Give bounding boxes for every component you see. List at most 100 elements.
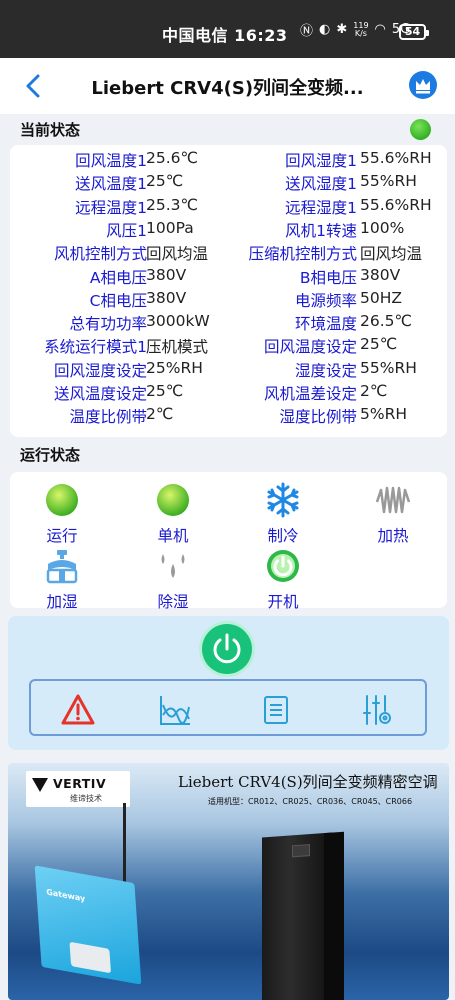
- status-right-value: 5%RH: [360, 405, 408, 424]
- app-header: Liebert CRV4(S)列间全变频...: [0, 58, 455, 114]
- running-status-heading: 运行状态: [20, 446, 81, 464]
- status-icons: Ⓝ ◐ ✱ 119 K/s ◠ 5G: [300, 20, 410, 39]
- green-dot-icon: [46, 484, 78, 516]
- heating-state-item: 加热: [353, 482, 433, 546]
- brand-name: VERTIV: [53, 776, 107, 791]
- status-right-label: 电源频率: [294, 291, 357, 310]
- status-left-value: 3000kW: [146, 312, 210, 331]
- status-left-label: 送风温度设定: [53, 385, 147, 403]
- current-status-card: 回风温度1 25.6℃ 回风湿度1 55.6%RH 送风温度1 25℃ 送风湿度1 55%RH…: [10, 145, 447, 437]
- carrier: 中国电信: [162, 26, 229, 45]
- cabinet-image: [262, 831, 344, 1000]
- antenna-image: [123, 803, 126, 893]
- function-toolbar: [29, 679, 427, 736]
- power-on-icon: [267, 550, 299, 582]
- status-right-value: 回风均温: [360, 245, 423, 264]
- humidify-state-item: 加湿: [22, 548, 102, 612]
- vertiv-mark-icon: [32, 778, 48, 792]
- nfc-icon: Ⓝ: [300, 24, 314, 39]
- system-status-bar: 中国电信 16:23 Ⓝ ◐ ✱ 119 K/s ◠ 5G 54: [0, 0, 455, 58]
- trend-chart-icon[interactable]: [158, 693, 192, 727]
- status-left-value: 2℃: [146, 405, 174, 424]
- status-right-value: 55%RH: [360, 172, 417, 191]
- status-left-value: 压机模式: [146, 338, 209, 357]
- status-left-label: 风机控制方式: [53, 245, 147, 264]
- clock: 16:23: [234, 26, 288, 45]
- gateway-port: [69, 941, 112, 974]
- dnd-icon: ◐: [319, 22, 331, 37]
- running-status-card: 运行 单机 制冷 加热 加湿 除湿 开机: [10, 472, 447, 611]
- log-list-icon[interactable]: [259, 693, 293, 727]
- brand-cn: 维谛技术: [70, 794, 102, 803]
- battery-icon: 54: [399, 24, 429, 40]
- status-left-label: 送风温度1: [75, 175, 147, 194]
- status-right-value: 25℃: [360, 335, 398, 354]
- status-right-label: 回风湿度1: [285, 152, 357, 170]
- humidifier-icon: [46, 550, 78, 584]
- gateway-device-image: Gateway: [34, 865, 142, 985]
- status-left-value: 100Pa: [146, 218, 194, 237]
- heating-state-label: 加热: [377, 527, 409, 545]
- status-left-value: 25℃: [146, 172, 184, 191]
- dehumidify-state-label: 除湿: [157, 593, 189, 611]
- status-left-label: 总有功功率: [69, 315, 147, 334]
- alarm-icon[interactable]: [61, 693, 95, 727]
- run-state-item: 运行: [22, 482, 102, 546]
- current-status-heading: 当前状态: [20, 121, 81, 139]
- status-row: 系统运行模式1 压机模式 回风温度设定 25℃: [10, 335, 447, 358]
- humidify-state-label: 加湿: [46, 593, 78, 611]
- status-left-label: 风压1: [106, 221, 147, 240]
- standalone-state-label: 单机: [157, 527, 189, 545]
- status-left-value: 回风均温: [146, 245, 209, 264]
- product-banner: VERTIV 维谛技术 Liebert CRV4(S)列间全变频精密空调 适用机…: [8, 763, 449, 1000]
- cooling-state-label: 制冷: [267, 527, 299, 545]
- power-on-state-item: 开机: [243, 548, 323, 612]
- status-right-label: 湿度比例带: [279, 408, 357, 427]
- status-left-value: 25℃: [146, 382, 184, 400]
- heater-icon: [375, 486, 411, 514]
- banner-models: 适用机型：CR012、CR025、CR036、CR045、CR066: [208, 797, 413, 806]
- status-right-label: B相电压: [299, 268, 357, 287]
- status-left-value: 380V: [146, 265, 187, 284]
- power-on-state-label: 开机: [267, 593, 299, 611]
- status-right-label: 送风湿度1: [285, 175, 357, 194]
- status-right-label: 湿度设定: [294, 361, 357, 380]
- status-left-label: 回风湿度设定: [53, 361, 147, 380]
- back-arrow-icon[interactable]: [20, 72, 48, 100]
- status-right-value: 380V: [360, 265, 401, 284]
- net-speed: 119 K/s: [353, 20, 369, 38]
- standalone-state-item: 单机: [133, 482, 213, 546]
- wifi-icon: ◠: [374, 22, 386, 37]
- status-left-value: 25.3℃: [146, 195, 198, 214]
- dehumidify-state-item: 除湿: [133, 548, 213, 612]
- status-right-label: 压缩机控制方式: [248, 245, 357, 264]
- status-left-label: A相电压: [89, 268, 147, 287]
- gateway-label: Gateway: [46, 887, 86, 904]
- status-right-value: 55.6%RH: [360, 195, 432, 214]
- snowflake-icon: [267, 482, 299, 518]
- status-row: A相电压 380V B相电压 380V: [10, 266, 447, 289]
- run-state-label: 运行: [46, 527, 78, 545]
- vertiv-logo: VERTIV 维谛技术: [26, 771, 130, 807]
- droplets-icon: [161, 554, 185, 578]
- status-left-label: C相电压: [89, 291, 147, 310]
- status-left-label: 温度比例带: [69, 408, 147, 427]
- status-left-label: 远程温度1: [75, 198, 147, 217]
- page-title: Liebert CRV4(S)列间全变频...: [91, 78, 364, 99]
- green-dot-icon: [157, 484, 189, 516]
- status-left-value: 380V: [146, 288, 187, 307]
- status-right-label: 风机1转速: [285, 221, 357, 240]
- status-row: 回风温度1 25.6℃ 回风湿度1 55.6%RH: [10, 149, 447, 172]
- status-row: C相电压 380V 电源频率 50HZ: [10, 289, 447, 312]
- crown-icon[interactable]: [409, 71, 437, 99]
- status-left-value: 25%RH: [146, 358, 203, 377]
- status-row: 远程温度1 25.3℃ 远程湿度1 55.6%RH: [10, 196, 447, 219]
- status-right-value: 55%RH: [360, 358, 417, 377]
- status-right-label: 回风温度设定: [263, 338, 357, 357]
- settings-sliders-icon[interactable]: [359, 693, 393, 727]
- power-button[interactable]: [202, 624, 252, 674]
- carrier-time: 中国电信 16:23: [162, 22, 288, 46]
- banner-title: Liebert CRV4(S)列间全变频精密空调: [178, 773, 438, 791]
- status-right-label: 环境温度: [294, 315, 357, 334]
- status-left-label: 回风温度1: [75, 152, 147, 170]
